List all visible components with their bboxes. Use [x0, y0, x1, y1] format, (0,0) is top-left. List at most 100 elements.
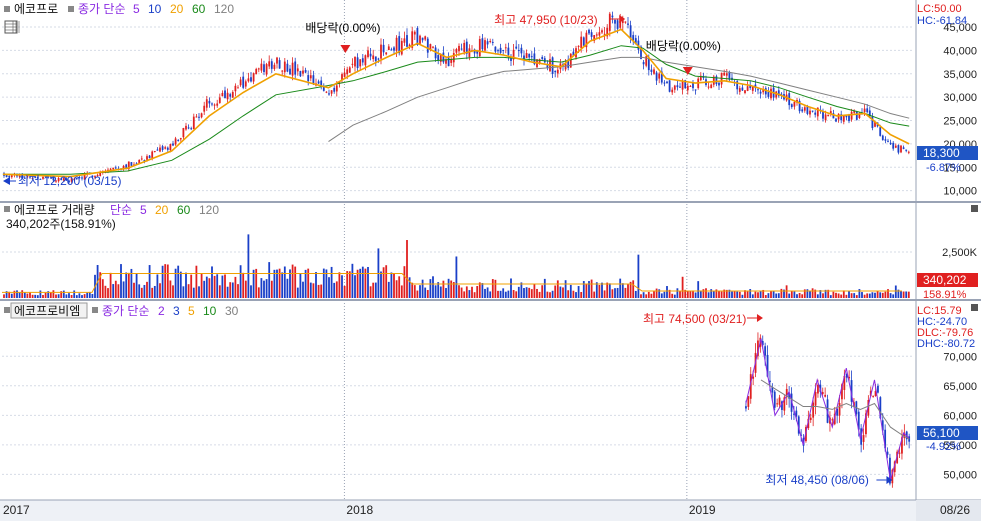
close-icon[interactable]: [971, 205, 978, 212]
candle-body: [489, 40, 492, 42]
candle-body: [432, 46, 434, 48]
candle-body: [458, 45, 460, 52]
price-tick-label: 50,000: [943, 469, 977, 481]
candle-body: [211, 103, 213, 105]
candle-body: [541, 57, 544, 59]
candle-body: [380, 44, 382, 59]
ma-legend-5: 5: [133, 2, 140, 16]
volume-bar: [419, 285, 421, 298]
low-annotation: 최저 48,450 (08/06): [765, 473, 868, 487]
candle-body: [346, 69, 349, 75]
volume-bar: [26, 293, 29, 298]
volume-bar: [757, 292, 759, 298]
candle-body: [296, 68, 299, 72]
candle-body: [146, 156, 148, 160]
volume-bar: [738, 291, 741, 298]
candle-body: [694, 89, 697, 91]
candle-body: [504, 47, 507, 49]
volume-bar: [647, 291, 650, 298]
ma-legend-60: 60: [192, 2, 206, 16]
candle-body: [881, 135, 884, 140]
volume-bar: [549, 292, 551, 298]
pane-divider[interactable]: [0, 201, 981, 203]
candle-body: [845, 115, 848, 118]
candle-body: [265, 64, 268, 75]
volume-bar: [333, 282, 336, 298]
candle-body: [686, 85, 689, 91]
candle-body: [247, 78, 250, 82]
time-axis-label: 2017: [3, 503, 30, 517]
close-icon[interactable]: [971, 304, 978, 311]
volume-bar: [252, 269, 255, 298]
candle-body: [182, 128, 185, 138]
candle-body: [242, 76, 245, 88]
candle-body: [676, 85, 679, 88]
volume-bar: [65, 294, 68, 298]
volume-bar: [385, 265, 388, 298]
volume-bar: [387, 281, 390, 298]
candle-body: [450, 59, 453, 63]
candle-body: [330, 90, 333, 94]
volume-bar: [616, 287, 619, 298]
candle-body: [179, 138, 182, 140]
candle-body: [221, 92, 224, 97]
candle-body: [681, 81, 684, 90]
candle-body: [824, 394, 827, 397]
volume-bar: [541, 285, 544, 298]
price-tick-label: 35,000: [943, 69, 977, 81]
lc-label: LC:50.00: [917, 3, 962, 15]
volume-bar: [338, 272, 341, 298]
candle-body: [343, 72, 346, 77]
candle-body: [377, 58, 380, 60]
square-icon[interactable]: [4, 6, 10, 12]
volume-bar: [465, 286, 468, 298]
volume-bar: [853, 293, 856, 298]
candle-body: [361, 58, 364, 63]
volume-bar: [754, 291, 757, 298]
price-tick-label: 60,000: [943, 410, 977, 422]
candle-body: [608, 13, 611, 31]
candle-body: [528, 53, 531, 58]
volume-bar: [525, 287, 528, 298]
candle-body: [10, 175, 13, 178]
volume-bar: [673, 294, 676, 298]
candle-body: [164, 147, 167, 149]
volume-bar: [421, 279, 424, 298]
square-icon[interactable]: [68, 6, 74, 12]
volume-bar: [75, 295, 78, 298]
candle-body: [424, 36, 427, 40]
candle-body: [745, 406, 747, 409]
volume-bar: [497, 290, 499, 298]
volume-bar: [315, 272, 317, 298]
candle-body: [187, 127, 190, 129]
candle-body: [484, 40, 486, 51]
pane-divider[interactable]: [0, 299, 981, 301]
square-icon[interactable]: [4, 307, 10, 313]
volume-bar: [10, 293, 13, 298]
volume-bar: [55, 294, 57, 298]
change-label: -4.92%: [926, 441, 961, 453]
volume-bar: [712, 291, 715, 298]
volume-bar: [705, 288, 707, 298]
candle-body: [907, 151, 910, 153]
volume-bar: [835, 292, 837, 298]
candle-body: [354, 56, 356, 67]
volume-bar: [767, 293, 770, 298]
candle-body: [109, 168, 112, 170]
volume-bar: [679, 290, 681, 298]
volume-bar: [127, 272, 130, 298]
volume-bar: [161, 265, 164, 298]
candle-body: [655, 72, 658, 81]
grid-icon[interactable]: [4, 20, 20, 34]
square-icon[interactable]: [4, 206, 10, 212]
high-annotation: 최고 74,500 (03/21): [643, 312, 746, 326]
candle-body: [237, 87, 239, 89]
candle-body: [778, 397, 781, 405]
volume-bar: [36, 295, 39, 298]
volume-bar: [666, 286, 668, 298]
volume-tick-label: 2,500K: [942, 247, 978, 259]
square-icon[interactable]: [92, 307, 98, 313]
volume-bar: [244, 280, 247, 298]
volume-bar: [543, 278, 546, 298]
candle-body: [710, 84, 713, 89]
